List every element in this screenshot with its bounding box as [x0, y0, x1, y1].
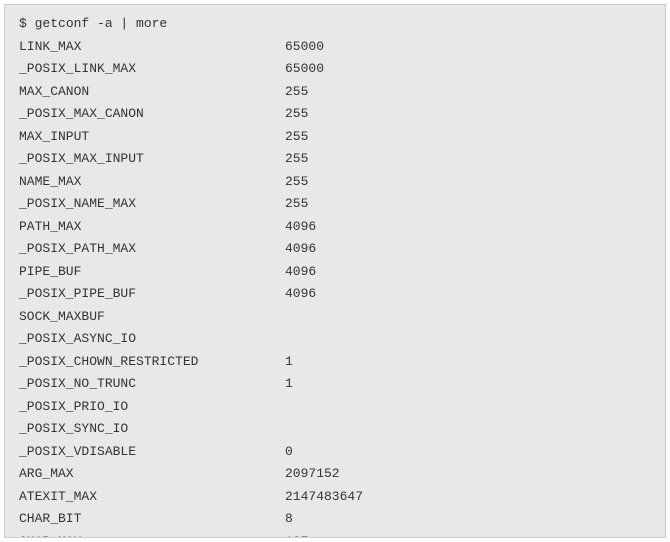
- config-var-value: 65000: [285, 58, 324, 81]
- output-row: MAX_INPUT255: [19, 126, 651, 149]
- command-line: $ getconf -a | more: [19, 13, 651, 36]
- config-var-name: MAX_CANON: [19, 81, 285, 104]
- output-row: CHAR_BIT8: [19, 508, 651, 531]
- shell-prompt: $: [19, 16, 35, 31]
- config-var-name: _POSIX_SYNC_IO: [19, 418, 285, 441]
- config-var-name: SOCK_MAXBUF: [19, 306, 285, 329]
- config-var-value: 255: [285, 81, 308, 104]
- config-var-name: _POSIX_VDISABLE: [19, 441, 285, 464]
- output-row: _POSIX_SYNC_IO: [19, 418, 651, 441]
- output-row: SOCK_MAXBUF: [19, 306, 651, 329]
- config-var-name: _POSIX_LINK_MAX: [19, 58, 285, 81]
- config-var-value: 255: [285, 148, 308, 171]
- output-row: _POSIX_MAX_CANON255: [19, 103, 651, 126]
- config-var-name: NAME_MAX: [19, 171, 285, 194]
- output-row: _POSIX_PIPE_BUF4096: [19, 283, 651, 306]
- output-row: _POSIX_MAX_INPUT255: [19, 148, 651, 171]
- config-var-name: _POSIX_PIPE_BUF: [19, 283, 285, 306]
- output-row: ATEXIT_MAX2147483647: [19, 486, 651, 509]
- config-var-value: 1: [285, 373, 293, 396]
- output-row: _POSIX_NO_TRUNC1: [19, 373, 651, 396]
- config-var-value: 0: [285, 441, 293, 464]
- output-row: _POSIX_PATH_MAX4096: [19, 238, 651, 261]
- config-var-name: _POSIX_CHOWN_RESTRICTED: [19, 351, 285, 374]
- output-row: PATH_MAX4096: [19, 216, 651, 239]
- config-var-name: CHAR_BIT: [19, 508, 285, 531]
- config-var-value: 8: [285, 508, 293, 531]
- config-var-value: 4096: [285, 216, 316, 239]
- command-text: getconf -a | more: [35, 16, 168, 31]
- terminal-window: $ getconf -a | more LINK_MAX65000_POSIX_…: [4, 4, 666, 538]
- config-var-value: 65000: [285, 36, 324, 59]
- output-row: PIPE_BUF4096: [19, 261, 651, 284]
- config-var-name: _POSIX_ASYNC_IO: [19, 328, 285, 351]
- config-var-value: 127: [285, 531, 308, 539]
- output-row: _POSIX_NAME_MAX255: [19, 193, 651, 216]
- config-var-name: ATEXIT_MAX: [19, 486, 285, 509]
- output-row: MAX_CANON255: [19, 81, 651, 104]
- output-row: _POSIX_LINK_MAX65000: [19, 58, 651, 81]
- output-row: LINK_MAX65000: [19, 36, 651, 59]
- config-var-value: 4096: [285, 261, 316, 284]
- config-var-value: 255: [285, 103, 308, 126]
- config-var-name: CHAR_MAX: [19, 531, 285, 539]
- config-var-value: 255: [285, 126, 308, 149]
- config-var-value: 2147483647: [285, 486, 363, 509]
- output-row: _POSIX_PRIO_IO: [19, 396, 651, 419]
- output-row: _POSIX_ASYNC_IO: [19, 328, 651, 351]
- config-var-name: _POSIX_PRIO_IO: [19, 396, 285, 419]
- config-var-name: _POSIX_NAME_MAX: [19, 193, 285, 216]
- config-var-value: 2097152: [285, 463, 340, 486]
- config-var-value: 1: [285, 351, 293, 374]
- output-rows: LINK_MAX65000_POSIX_LINK_MAX65000MAX_CAN…: [19, 36, 651, 539]
- config-var-name: PIPE_BUF: [19, 261, 285, 284]
- config-var-name: LINK_MAX: [19, 36, 285, 59]
- config-var-value: 4096: [285, 283, 316, 306]
- config-var-name: ARG_MAX: [19, 463, 285, 486]
- output-row: CHAR_MAX127: [19, 531, 651, 539]
- config-var-value: 255: [285, 193, 308, 216]
- config-var-name: _POSIX_MAX_INPUT: [19, 148, 285, 171]
- config-var-value: 255: [285, 171, 308, 194]
- config-var-name: PATH_MAX: [19, 216, 285, 239]
- output-row: ARG_MAX2097152: [19, 463, 651, 486]
- config-var-name: _POSIX_MAX_CANON: [19, 103, 285, 126]
- config-var-name: MAX_INPUT: [19, 126, 285, 149]
- output-row: NAME_MAX255: [19, 171, 651, 194]
- output-row: _POSIX_VDISABLE0: [19, 441, 651, 464]
- config-var-name: _POSIX_NO_TRUNC: [19, 373, 285, 396]
- config-var-value: 4096: [285, 238, 316, 261]
- output-row: _POSIX_CHOWN_RESTRICTED1: [19, 351, 651, 374]
- config-var-name: _POSIX_PATH_MAX: [19, 238, 285, 261]
